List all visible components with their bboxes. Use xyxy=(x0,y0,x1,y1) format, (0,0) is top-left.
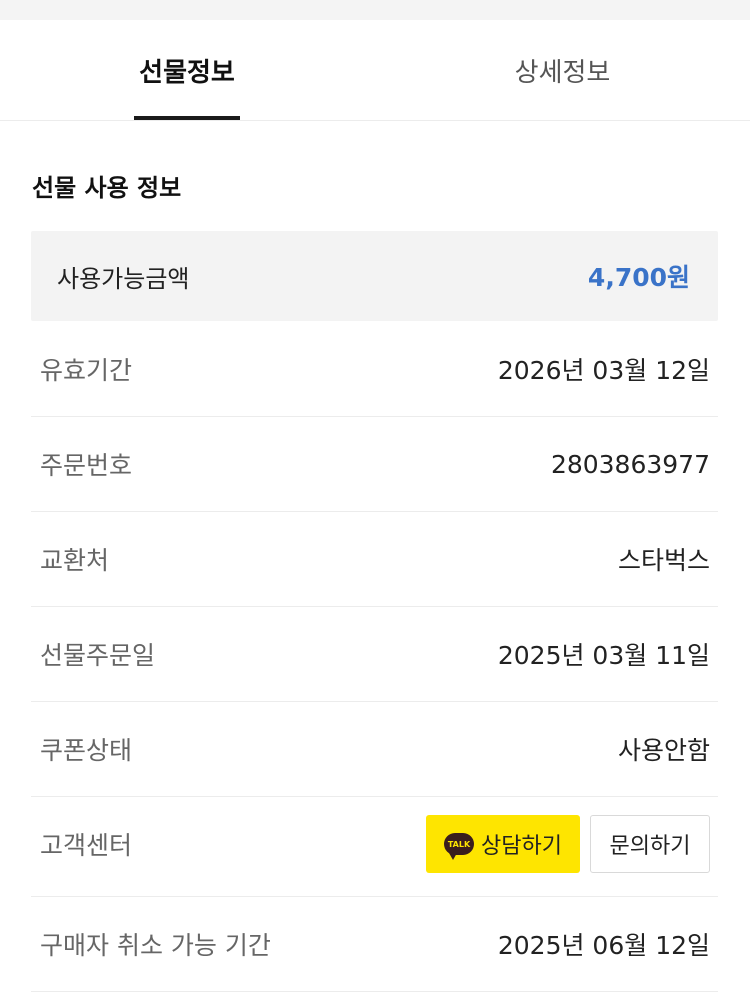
row-label: 쿠폰상태 xyxy=(40,736,133,765)
available-amount-box: 사용가능금액 4,700원 xyxy=(31,231,718,321)
row-label: 유효기간 xyxy=(40,356,133,385)
kakao-consult-button[interactable]: TALK 상담하기 xyxy=(426,815,580,873)
support-buttons: TALK 상담하기 문의하기 xyxy=(426,797,710,891)
top-strip xyxy=(0,0,750,20)
tab-detail-info[interactable]: 상세정보 xyxy=(505,20,620,120)
row-value: 2025년 06월 12일 xyxy=(497,931,710,960)
kakao-consult-label: 상담하기 xyxy=(481,834,562,859)
row-value: 사용안함 xyxy=(617,736,710,765)
row-customer-center: 고객센터 TALK 상담하기 문의하기 xyxy=(31,797,718,897)
kakao-talk-icon: TALK xyxy=(444,833,475,860)
available-amount-label: 사용가능금액 xyxy=(57,264,190,293)
row-cancel-period: 구매자 취소 가능 기간 2025년 06월 12일 xyxy=(31,897,718,992)
row-expiry: 유효기간 2026년 03월 12일 xyxy=(31,322,718,417)
row-value: 2803863977 xyxy=(550,449,710,479)
row-label: 구매자 취소 가능 기간 xyxy=(40,931,271,960)
tab-bar: 선물정보 상세정보 xyxy=(0,20,750,121)
inquiry-button[interactable]: 문의하기 xyxy=(590,815,710,873)
row-order-date: 선물주문일 2025년 03월 11일 xyxy=(31,607,718,702)
row-label: 고객센터 xyxy=(40,831,133,860)
row-value: 2025년 03월 11일 xyxy=(497,641,710,670)
row-value: 스타벅스 xyxy=(617,546,710,575)
available-amount-value: 4,700원 xyxy=(587,263,690,292)
row-value: 2026년 03월 12일 xyxy=(497,356,710,385)
row-exchange-store: 교환처 스타벅스 xyxy=(31,512,718,607)
row-label: 교환처 xyxy=(40,546,110,575)
inquiry-label: 문의하기 xyxy=(609,834,691,859)
tab-gift-info[interactable]: 선물정보 xyxy=(134,20,240,120)
row-label: 주문번호 xyxy=(40,451,133,480)
tab-gift-info-label: 선물정보 xyxy=(139,57,235,88)
tab-detail-info-label: 상세정보 xyxy=(514,57,611,88)
active-tab-indicator xyxy=(134,116,240,120)
section-title: 선물 사용 정보 xyxy=(32,174,182,202)
row-coupon-status: 쿠폰상태 사용안함 xyxy=(31,702,718,797)
row-order-number: 주문번호 2803863977 xyxy=(31,417,718,512)
row-label: 선물주문일 xyxy=(40,641,156,670)
talk-icon-text: TALK xyxy=(447,839,471,849)
